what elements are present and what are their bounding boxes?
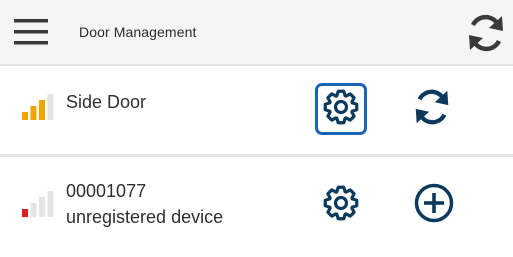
signal-strength-icon bbox=[22, 191, 56, 217]
signal-bar bbox=[39, 100, 45, 120]
app-frame: Door Management Side Door 00001077 unreg… bbox=[0, 0, 513, 257]
sync-icon bbox=[410, 85, 454, 134]
device-row-unregistered[interactable]: 00001077 unregistered device bbox=[0, 157, 513, 257]
gear-icon bbox=[321, 87, 361, 132]
signal-bar bbox=[22, 112, 28, 120]
signal-strength-icon bbox=[22, 94, 56, 120]
device-row-side-door[interactable]: Side Door bbox=[0, 66, 513, 154]
device-status: unregistered device bbox=[66, 207, 224, 227]
signal-bar bbox=[30, 106, 37, 120]
signal-bar bbox=[47, 94, 54, 120]
app-header: Door Management bbox=[0, 0, 513, 64]
signal-bar bbox=[22, 209, 28, 217]
device-name: Side Door bbox=[66, 92, 147, 112]
settings-button[interactable] bbox=[315, 179, 367, 231]
signal-bar bbox=[47, 191, 54, 217]
device-id: 00001077 bbox=[66, 181, 147, 201]
add-circle-icon bbox=[412, 181, 456, 230]
sync-device-button[interactable] bbox=[408, 85, 456, 133]
page-title: Door Management bbox=[79, 24, 197, 40]
gear-icon bbox=[321, 183, 361, 228]
sync-icon[interactable] bbox=[463, 10, 509, 56]
add-device-button[interactable] bbox=[410, 181, 458, 229]
settings-button[interactable] bbox=[315, 83, 367, 135]
signal-bar bbox=[30, 203, 37, 217]
signal-bar bbox=[39, 197, 45, 217]
hamburger-menu-icon[interactable] bbox=[14, 18, 48, 46]
